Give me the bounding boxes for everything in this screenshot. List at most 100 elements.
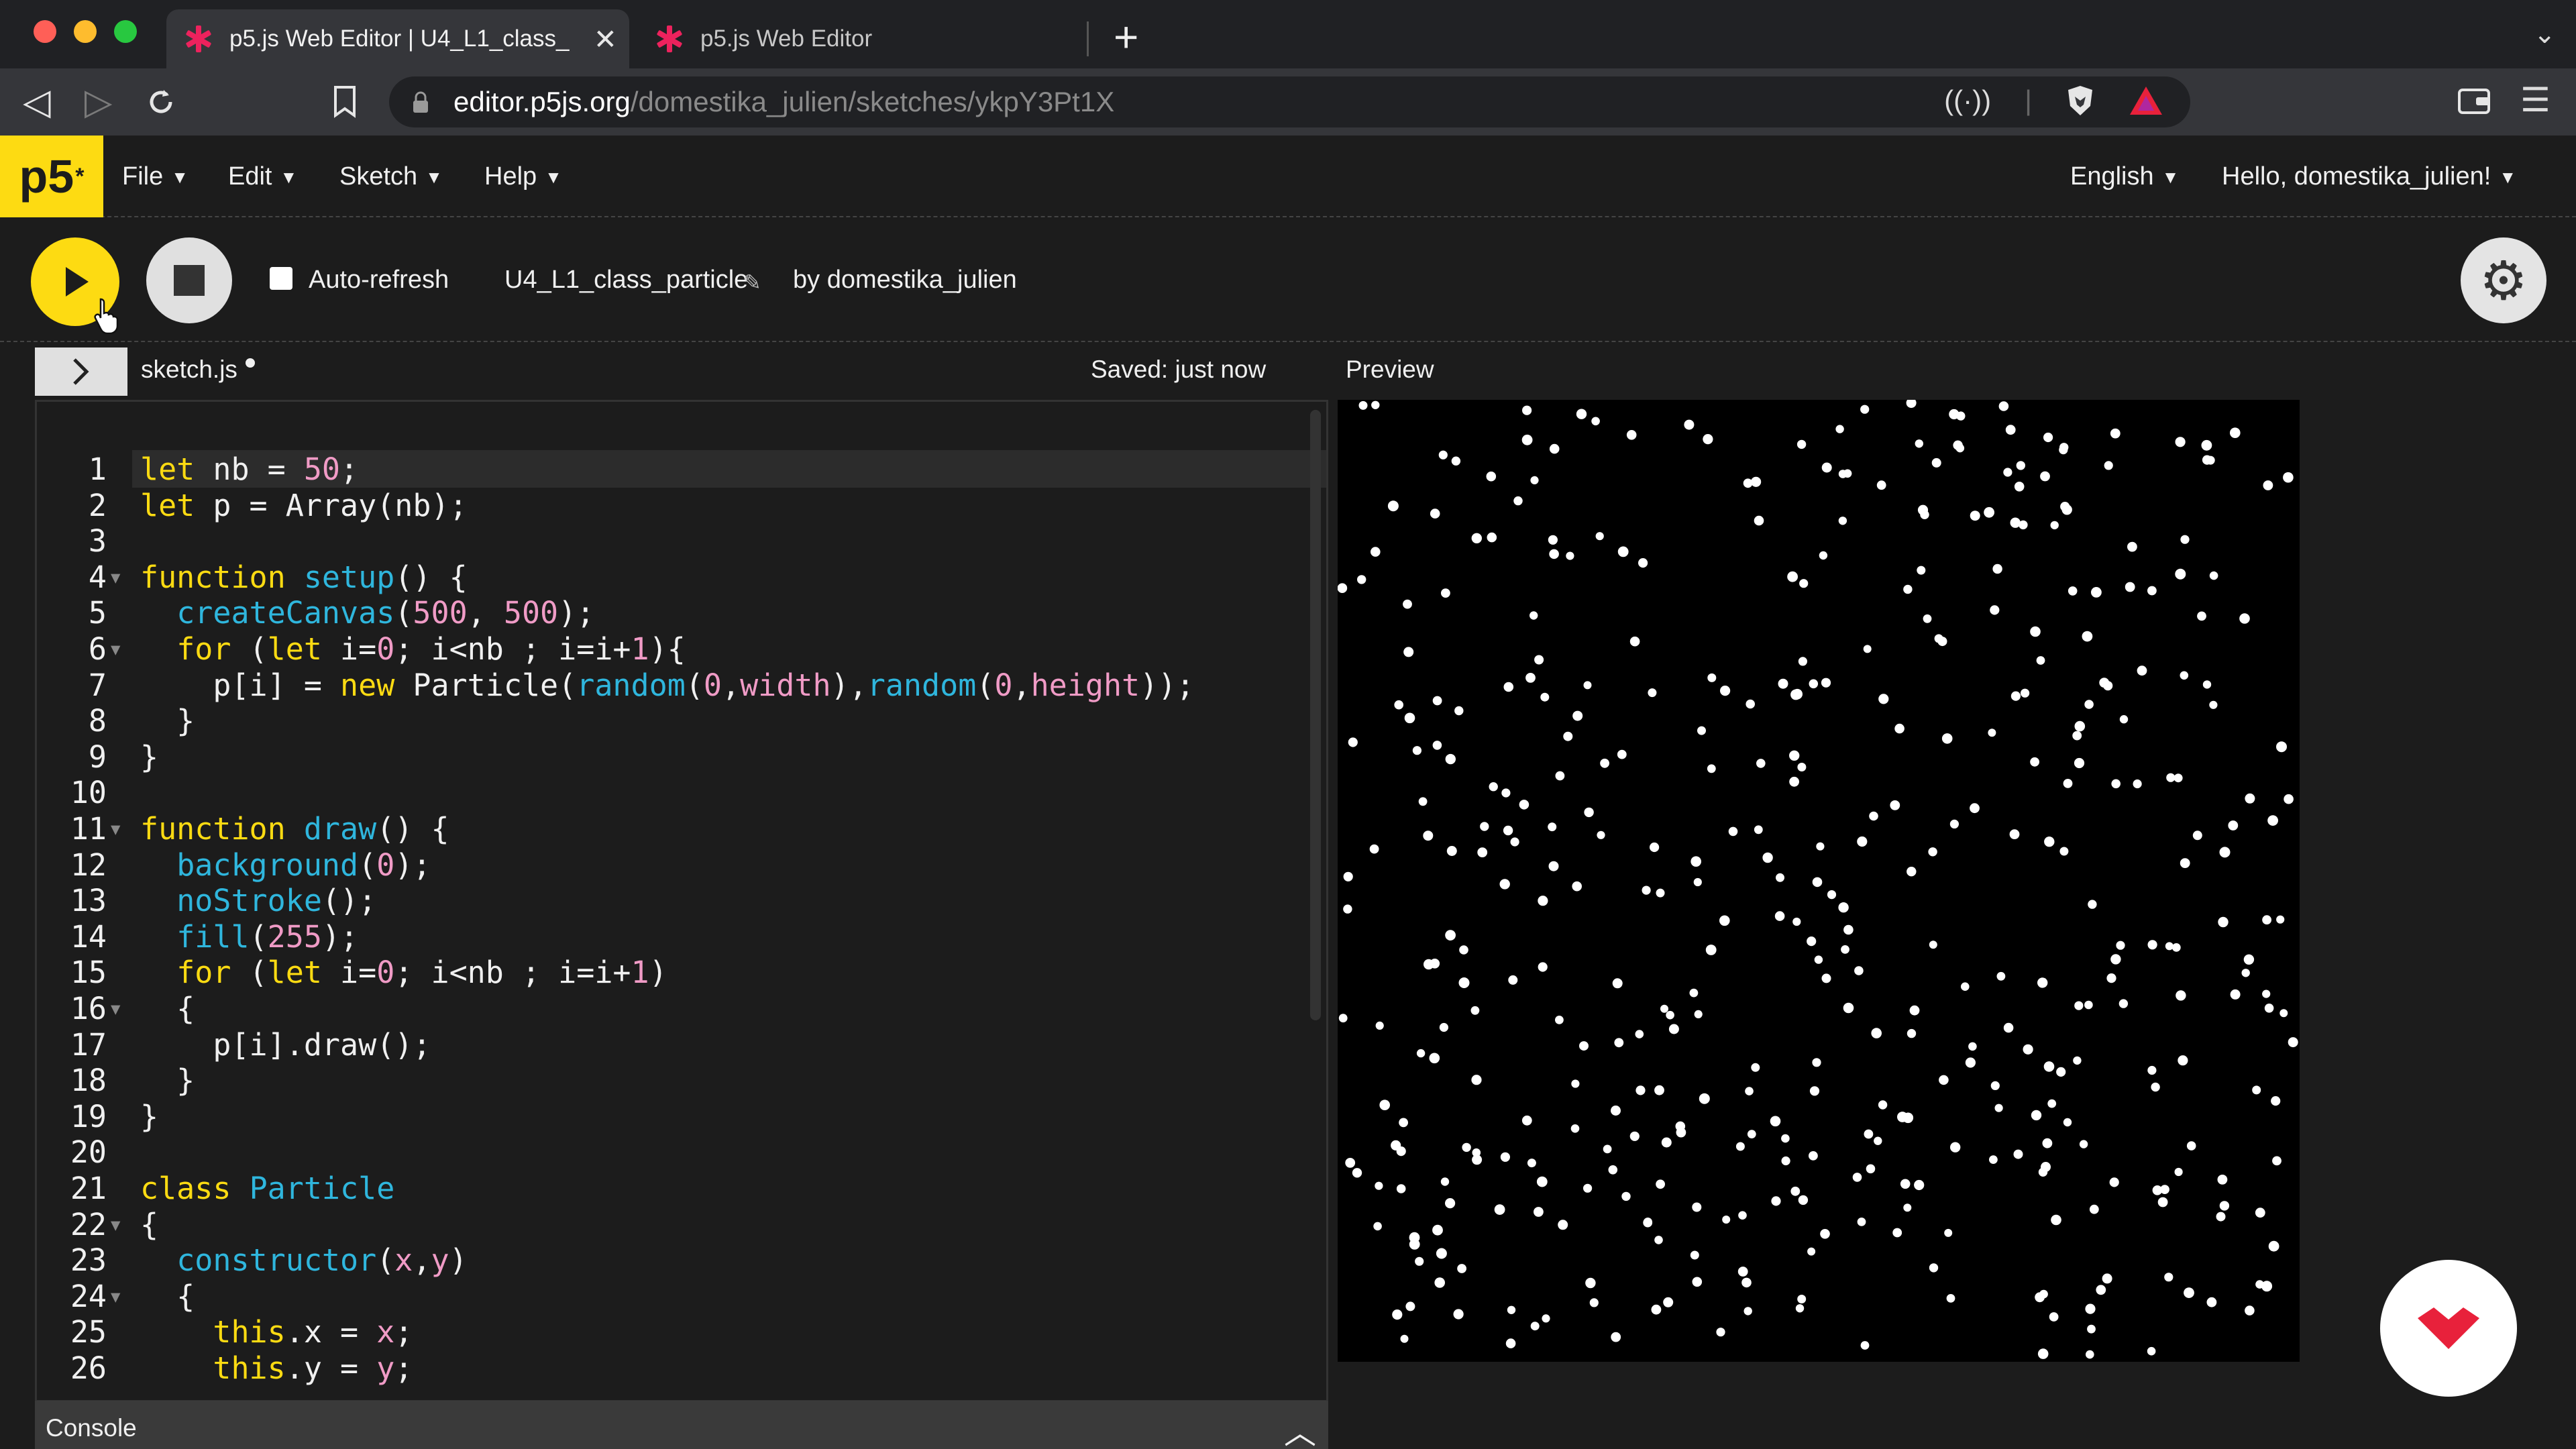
particle-dot — [1549, 443, 1560, 454]
particle-dot — [1436, 1248, 1447, 1259]
code-line[interactable]: 8 } — [37, 703, 1325, 740]
line-number: 14 — [70, 918, 107, 955]
particle-dot — [1863, 645, 1872, 653]
particle-dot — [2201, 439, 2212, 451]
hand-cursor-icon — [94, 298, 119, 334]
menu-help[interactable]: Help ▼ — [484, 162, 562, 191]
tab-close-icon[interactable]: ✕ — [594, 23, 617, 56]
window-minimize-button[interactable] — [74, 20, 97, 43]
particle-dot — [2068, 586, 2078, 596]
back-icon[interactable]: ◁ — [23, 82, 51, 122]
particle-dot — [1415, 1256, 1424, 1266]
code-line[interactable]: 24 ▼ { — [37, 1279, 1325, 1316]
menu-file-label: File — [122, 162, 164, 191]
tab-p5-editor[interactable]: p5.js Web Editor — [637, 9, 1080, 68]
forward-icon[interactable]: ▷ — [85, 82, 113, 122]
particle-dot — [1703, 434, 1713, 445]
code-line[interactable]: 16 ▼ { — [37, 991, 1325, 1028]
code-line[interactable]: 21 class Particle — [37, 1171, 1325, 1208]
auto-refresh-checkbox[interactable] — [270, 267, 292, 290]
code-line[interactable]: 2 let p = Array(nb); — [37, 488, 1325, 525]
particle-dot — [1571, 1079, 1580, 1088]
particle-dot — [1534, 1207, 1544, 1217]
particle-dot — [2133, 779, 2142, 789]
code-line[interactable]: 22 ▼ { — [37, 1207, 1325, 1244]
particle-dot — [1751, 476, 1762, 487]
code-line[interactable]: 11 ▼ function draw() { — [37, 811, 1325, 848]
code-line[interactable]: 12 background(0); — [37, 847, 1325, 884]
console-panel[interactable]: Console ︿ — [35, 1401, 1328, 1449]
code-line[interactable]: 9} — [37, 739, 1325, 776]
particle-dot — [1494, 1204, 1505, 1215]
code-line[interactable]: 26 this.y = y; — [37, 1350, 1325, 1387]
particle-dot — [1809, 1151, 1818, 1161]
menu-edit[interactable]: Edit ▼ — [228, 162, 297, 191]
tab-p5-editor-active[interactable]: p5.js Web Editor | U4_L1_class_ ✕ — [166, 9, 629, 68]
menu-sketch-label: Sketch — [339, 162, 418, 191]
stop-icon — [174, 265, 205, 296]
code-line[interactable]: 13 noStroke(); — [37, 883, 1325, 920]
code-line[interactable]: 5 createCanvas(500, 500); — [37, 595, 1325, 632]
brave-shield-icon[interactable] — [2065, 85, 2095, 117]
particle-dot — [2271, 1096, 2281, 1106]
brave-rewards-icon[interactable] — [2129, 85, 2163, 116]
code-line[interactable]: 23 constructor(x,y) — [37, 1242, 1325, 1279]
bookmark-icon[interactable] — [333, 85, 357, 119]
pencil-icon[interactable]: ✎ — [743, 270, 761, 295]
wallet-icon[interactable] — [2457, 86, 2492, 115]
code-line[interactable]: 3 — [37, 523, 1325, 560]
code-text: let nb = 50; — [140, 451, 359, 487]
fold-arrow-icon[interactable]: ▼ — [111, 811, 120, 848]
code-line[interactable]: 20 — [37, 1134, 1325, 1171]
window-zoom-button[interactable] — [114, 20, 137, 43]
browser-menu-icon[interactable]: ☰ — [2520, 80, 2551, 119]
particle-dot — [1396, 1146, 1406, 1157]
reload-icon[interactable] — [144, 85, 178, 119]
particle-dot — [2180, 535, 2190, 544]
window-close-button[interactable] — [34, 20, 56, 43]
address-bar[interactable]: editor.p5js.org/domestika_julien/sketche… — [389, 76, 2190, 127]
fold-arrow-icon[interactable]: ▼ — [111, 559, 120, 596]
code-line[interactable]: 10 — [37, 775, 1325, 812]
expand-sidebar-button[interactable] — [35, 347, 127, 396]
code-line[interactable]: 7 p[i] = new Particle(random(0,width),ra… — [37, 667, 1325, 704]
particle-dot — [2013, 1149, 2023, 1159]
preview-canvas[interactable] — [1338, 400, 2300, 1362]
fold-arrow-icon[interactable]: ▼ — [111, 631, 120, 668]
code-line[interactable]: 17 p[i].draw(); — [37, 1027, 1325, 1064]
fold-arrow-icon[interactable]: ▼ — [111, 1279, 120, 1316]
particle-dot — [1371, 400, 1380, 409]
code-line[interactable]: 6 ▼ for (let i=0; i<nb ; i=i+1){ — [37, 631, 1325, 668]
stop-button[interactable] — [146, 237, 232, 323]
fold-arrow-icon[interactable]: ▼ — [111, 1207, 120, 1244]
menu-file[interactable]: File ▼ — [122, 162, 189, 191]
code-line[interactable]: 19} — [37, 1099, 1325, 1136]
broadcast-icon[interactable]: ((·)) — [1944, 85, 1991, 117]
settings-button[interactable]: ⚙ — [2461, 237, 2546, 323]
language-menu[interactable]: English ▼ — [2070, 162, 2179, 191]
particle-dot — [2021, 688, 2030, 698]
new-tab-plus-icon[interactable]: + — [1114, 13, 1138, 60]
p5-logo[interactable]: p5 * — [0, 136, 103, 217]
sketch-name[interactable]: U4_L1_class_particle — [504, 266, 748, 294]
code-line[interactable]: 1 let nb = 50; — [37, 451, 1325, 488]
chevron-right-icon — [73, 358, 89, 385]
particle-dot — [1787, 571, 1798, 582]
code-text: function setup() { — [140, 559, 468, 595]
menu-sketch[interactable]: Sketch ▼ — [339, 162, 443, 191]
file-tab[interactable]: sketch.js — [141, 356, 237, 384]
code-line[interactable]: 4 ▼ function setup() { — [37, 559, 1325, 596]
tab-list-chevron-icon[interactable]: ⌄ — [2533, 19, 2556, 50]
particle-dot — [1373, 1222, 1382, 1231]
fold-arrow-icon[interactable]: ▼ — [111, 991, 120, 1028]
code-line[interactable]: 14 fill(255); — [37, 919, 1325, 956]
particle-dot — [1771, 1196, 1781, 1206]
code-line[interactable]: 15 for (let i=0; i<nb ; i=i+1) — [37, 955, 1325, 991]
chevron-up-icon[interactable]: ︿ — [1284, 1406, 1316, 1449]
particle-dot — [2051, 1214, 2061, 1226]
particle-dot — [1789, 750, 1800, 761]
code-line[interactable]: 18 } — [37, 1063, 1325, 1099]
code-editor[interactable]: 1 let nb = 50; 2 let p = Array(nb); 3 4 ▼ funct… — [35, 400, 1328, 1402]
user-menu[interactable]: Hello, domestika_julien! ▼ — [2222, 162, 2516, 191]
code-line[interactable]: 25 this.x = x; — [37, 1314, 1325, 1351]
